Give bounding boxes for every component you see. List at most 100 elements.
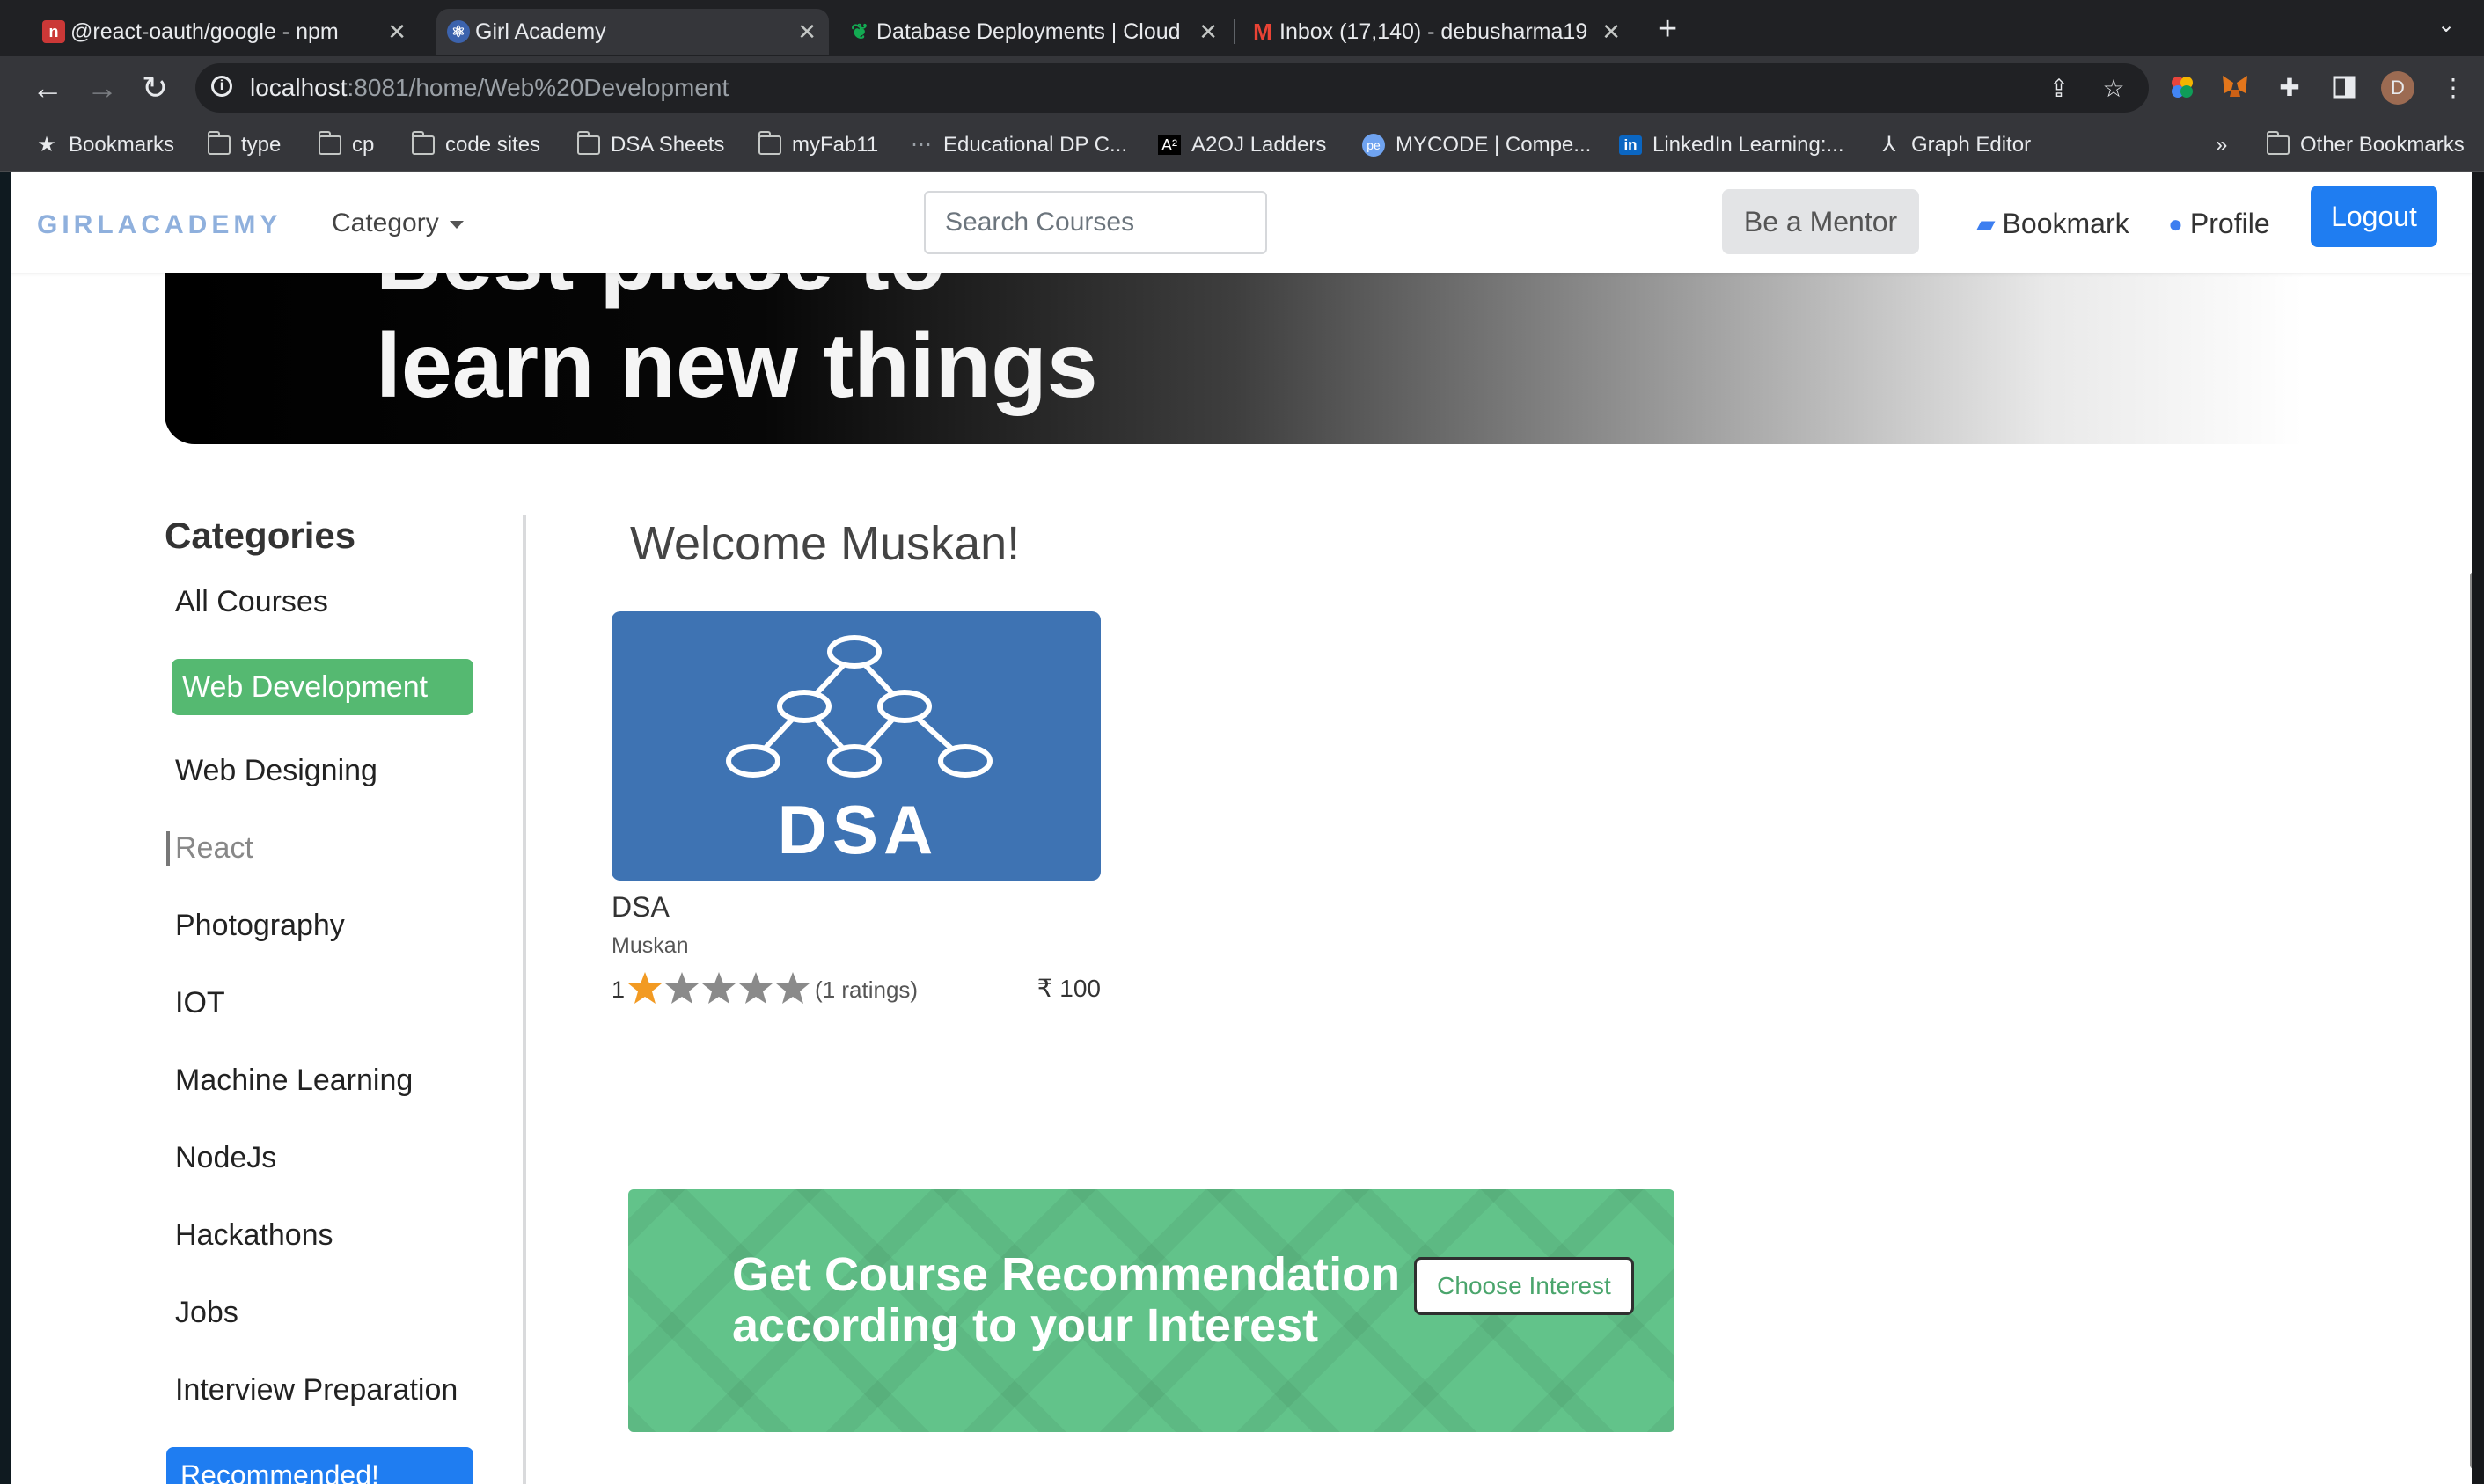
category-web-development[interactable]: Web Development bbox=[172, 659, 473, 715]
category-jobs[interactable]: Jobs bbox=[175, 1296, 238, 1330]
tab-gmail[interactable]: M Inbox (17,140) - debusharma19 ✕ bbox=[1241, 9, 1633, 55]
bookmark-item[interactable]: in LinkedIn Learning:... bbox=[1619, 132, 1844, 158]
side-panel-icon[interactable] bbox=[2328, 71, 2360, 103]
bookmark-label: Bookmarks bbox=[69, 133, 175, 157]
extensions-puzzle-icon[interactable]: ✚ bbox=[2274, 71, 2305, 103]
course-card[interactable]: DSA DSA Muskan 1 (1 ratings) ₹ 100 bbox=[612, 611, 1101, 1016]
bookmarks-bar: ★ Bookmarks type cp code sites DSA Sheets… bbox=[0, 120, 2484, 172]
course-author: Muskan bbox=[612, 933, 689, 958]
window-edge-left bbox=[0, 0, 11, 1484]
bookmark-item[interactable]: A² A2OJ Ladders bbox=[1158, 132, 1326, 158]
category-all-courses[interactable]: All Courses bbox=[175, 585, 328, 619]
bookmark-item[interactable]: pe MYCODE | Compe... bbox=[1362, 132, 1591, 158]
bookmark-label: MYCODE | Compe... bbox=[1396, 133, 1592, 157]
reload-icon[interactable]: ↻ bbox=[132, 65, 178, 111]
user-icon: ● bbox=[2168, 209, 2183, 238]
course-title[interactable]: DSA bbox=[612, 891, 670, 924]
bookmark-label: Other Bookmarks bbox=[2300, 133, 2465, 157]
bookmarks-overflow-icon[interactable]: » bbox=[2216, 132, 2227, 158]
profile-avatar[interactable]: D bbox=[2381, 71, 2414, 105]
share-icon[interactable]: ⇪ bbox=[2043, 72, 2075, 104]
graph-icon: ⅄ bbox=[1882, 133, 1896, 157]
logout-button[interactable]: Logout bbox=[2311, 186, 2437, 247]
welcome-heading: Welcome Muskan! bbox=[630, 517, 1021, 570]
close-icon[interactable]: ✕ bbox=[1198, 18, 1218, 46]
more-menu-icon[interactable]: ⋮ bbox=[2437, 71, 2469, 103]
category-dropdown[interactable]: Category bbox=[332, 208, 465, 238]
close-icon[interactable]: ✕ bbox=[387, 18, 407, 46]
tab-search-chevron-icon[interactable]: ⌄ bbox=[2437, 12, 2455, 38]
react-icon: ⚛ bbox=[447, 20, 470, 43]
bookmark-folder[interactable]: code sites bbox=[412, 131, 540, 158]
bookmark-label: type bbox=[241, 133, 282, 157]
category-web-designing[interactable]: Web Designing bbox=[175, 754, 377, 788]
bookmark-folder[interactable]: myFab11 bbox=[758, 131, 879, 158]
tab-girl-academy[interactable]: ⚛ Girl Academy ✕ bbox=[436, 9, 829, 55]
page-viewport: GIRLACADEMY Category Be a Mentor ▰Bookma… bbox=[11, 172, 2472, 1484]
category-interview-preparation[interactable]: Interview Preparation bbox=[175, 1373, 458, 1407]
new-tab-plus-icon[interactable]: + bbox=[1658, 11, 1677, 48]
bookmark-label: Educational DP C... bbox=[943, 133, 1128, 157]
tab-separator bbox=[1234, 19, 1235, 44]
linkedin-icon: in bbox=[1619, 135, 1642, 155]
color-extension-icon[interactable] bbox=[2166, 71, 2198, 103]
other-bookmarks[interactable]: Other Bookmarks bbox=[2267, 131, 2465, 158]
bookmark-label: cp bbox=[352, 133, 375, 157]
category-hackathons[interactable]: Hackathons bbox=[175, 1218, 333, 1253]
bookmark-link[interactable]: ▰ Bookmark bbox=[1976, 208, 2129, 240]
tab-strip: n @react-oauth/google - npm ✕ ⚛ Girl Aca… bbox=[0, 0, 2484, 56]
url-path: :8081/home/Web%20Development bbox=[347, 74, 729, 101]
bookmark-label: myFab11 bbox=[792, 133, 879, 157]
star-icon: ★ bbox=[37, 133, 56, 157]
back-arrow-icon[interactable]: ← bbox=[25, 65, 70, 111]
rating-row: 1 (1 ratings) ₹ 100 bbox=[612, 970, 1101, 1009]
choose-interest-button[interactable]: Choose Interest bbox=[1414, 1257, 1634, 1315]
profile-label: Profile bbox=[2189, 208, 2270, 239]
folder-icon bbox=[758, 131, 781, 155]
recommendation-banner: Get Course Recommendation according to y… bbox=[628, 1189, 1674, 1432]
tab-npm[interactable]: n @react-oauth/google - npm ✕ bbox=[32, 9, 419, 55]
a2oj-icon: A² bbox=[1158, 135, 1181, 155]
bookmark-folder[interactable]: DSA Sheets bbox=[577, 131, 724, 158]
tree-graph-icon: DSA bbox=[726, 635, 993, 868]
category-nodejs[interactable]: NodeJs bbox=[175, 1141, 276, 1175]
browser-toolbar: ← → ↻ i localhost:8081/home/Web%20Develo… bbox=[0, 56, 2484, 120]
star-empty-icon bbox=[776, 971, 810, 1004]
category-photography[interactable]: Photography bbox=[175, 909, 345, 943]
page-scrollbar[interactable] bbox=[2470, 572, 2472, 1469]
address-bar[interactable]: i localhost:8081/home/Web%20Development … bbox=[195, 63, 2149, 113]
bookmark-folder[interactable]: cp bbox=[319, 131, 375, 158]
bookmark-label: Bookmark bbox=[2002, 208, 2129, 239]
tab-title: Inbox (17,140) - debusharma19 bbox=[1279, 18, 1588, 44]
url-host: localhost bbox=[250, 74, 348, 101]
recommendation-heading-line2: according to your Interest bbox=[732, 1299, 1319, 1352]
be-a-mentor-button[interactable]: Be a Mentor bbox=[1722, 189, 1919, 254]
category-label: Category bbox=[332, 208, 439, 238]
category-iot[interactable]: IOT bbox=[175, 986, 225, 1020]
category-react[interactable]: React bbox=[166, 831, 253, 866]
site-info-icon[interactable]: i bbox=[211, 76, 232, 97]
recommended-button[interactable]: Recommended! bbox=[166, 1447, 473, 1484]
bookmark-folder[interactable]: type bbox=[208, 131, 282, 158]
url-text[interactable]: localhost:8081/home/Web%20Development bbox=[250, 74, 729, 102]
rating-value: 1 bbox=[612, 976, 626, 1003]
search-courses-input[interactable] bbox=[924, 191, 1267, 254]
folder-icon bbox=[208, 131, 231, 155]
bookmark-label: A2OJ Ladders bbox=[1191, 133, 1327, 157]
star-filled-icon bbox=[628, 971, 663, 1004]
forward-arrow-icon[interactable]: → bbox=[79, 65, 125, 111]
tab-mongodb[interactable]: ❦ Database Deployments | Cloud ✕ bbox=[838, 9, 1230, 55]
bookmark-item[interactable]: ⋯ Educational DP C... bbox=[910, 132, 1127, 158]
category-machine-learning[interactable]: Machine Learning bbox=[175, 1064, 413, 1098]
brand-logo[interactable]: GIRLACADEMY bbox=[37, 210, 282, 240]
course-price: ₹ 100 bbox=[1037, 975, 1101, 1002]
close-icon[interactable]: ✕ bbox=[797, 18, 817, 46]
metamask-fox-icon[interactable] bbox=[2219, 71, 2251, 103]
profile-link[interactable]: ● Profile bbox=[2168, 208, 2270, 240]
close-icon[interactable]: ✕ bbox=[1601, 18, 1621, 46]
folder-icon bbox=[412, 131, 435, 155]
course-thumbnail[interactable]: DSA bbox=[612, 611, 1101, 881]
bookmark-item[interactable]: ★ Bookmarks bbox=[35, 132, 174, 158]
bookmark-item[interactable]: ⅄ Graph Editor bbox=[1878, 132, 2031, 158]
bookmark-star-icon[interactable]: ☆ bbox=[2098, 72, 2129, 104]
